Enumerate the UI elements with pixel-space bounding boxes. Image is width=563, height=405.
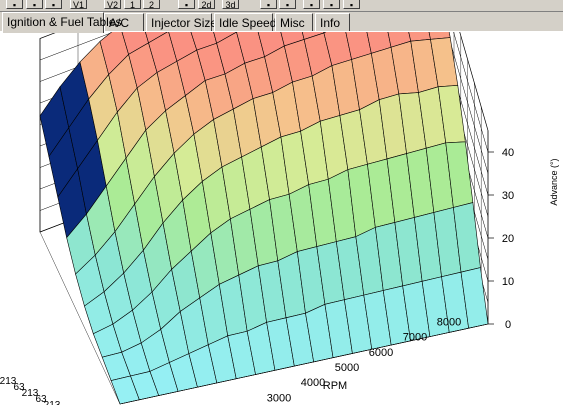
button-label: V2 — [107, 0, 118, 10]
tool-1-button[interactable]: 1 — [124, 0, 141, 9]
tool-2-button[interactable]: 2 — [143, 0, 160, 9]
x-tick-label: 6000 — [369, 347, 393, 359]
arrow-up-icon[interactable]: ▪ — [303, 0, 320, 9]
tab-label: Ignition & Fuel Tables — [7, 15, 122, 29]
save-icon[interactable]: ▪ — [26, 0, 43, 9]
tab-label: Info — [320, 16, 340, 30]
arrow-up-icon: ▪ — [304, 0, 319, 12]
button-label: V1 — [73, 0, 84, 10]
table-view-icon[interactable]: ▪ — [178, 0, 195, 9]
arrow-down-icon: ▪ — [324, 0, 339, 12]
table-view-icon: ▪ — [179, 0, 194, 12]
print-icon[interactable]: ▪ — [45, 0, 62, 9]
button-label: 2 — [149, 0, 154, 10]
view-3d-button[interactable]: 3d — [222, 0, 239, 9]
ignition-surface-chart[interactable]: 010203040Advance (°)20003000400050006000… — [0, 32, 563, 405]
z-tick-label: 40 — [502, 147, 514, 159]
x-tick-label: 5000 — [335, 362, 359, 374]
tab-injector-size[interactable]: Injector Size — [146, 13, 212, 32]
x-tick-label: 4000 — [301, 377, 325, 389]
tab-label: Injector Size — [151, 16, 217, 30]
button-label: 2d — [201, 0, 211, 10]
tab-misc[interactable]: Misc — [275, 13, 313, 32]
z-tick-label: 20 — [502, 233, 514, 245]
flag-icon: ▪ — [344, 0, 359, 12]
tab-ignition-fuel-tables[interactable]: Ignition & Fuel Tables — [2, 12, 104, 33]
x-tick-label: 3000 — [267, 392, 291, 404]
record-icon: ▪ — [261, 0, 276, 12]
x-tick-label: 7000 — [403, 332, 427, 344]
button-label: 3d — [225, 0, 235, 10]
z-tick-label: 10 — [502, 276, 514, 288]
tab-label: Idle Speed — [219, 16, 276, 30]
y-tick-label: 213 — [44, 400, 61, 405]
toolbar: ▪▪▪V1V212▪2d3d▪▪▪▪▪ — [0, 0, 563, 12]
x-axis-title: RPM — [323, 380, 347, 392]
open-icon[interactable]: ▪ — [6, 0, 23, 9]
record-icon[interactable]: ▪ — [260, 0, 277, 9]
flag-icon[interactable]: ▪ — [343, 0, 360, 9]
button-label: 1 — [130, 0, 135, 10]
grid-icon[interactable]: ▪ — [279, 0, 296, 9]
grid-icon: ▪ — [280, 0, 295, 12]
x-tick-label: 8000 — [437, 317, 461, 329]
print-icon: ▪ — [46, 0, 61, 12]
tab-label: Misc — [280, 16, 305, 30]
view-2d-button[interactable]: 2d — [198, 0, 215, 9]
open-icon: ▪ — [7, 0, 22, 12]
save-icon: ▪ — [27, 0, 42, 12]
arrow-down-icon[interactable]: ▪ — [323, 0, 340, 9]
tool-v1-button[interactable]: V1 — [70, 0, 87, 9]
tab-info[interactable]: Info — [315, 13, 350, 32]
tab-idle-speed[interactable]: Idle Speed — [214, 13, 273, 32]
tab-strip: Ignition & Fuel Tables A/C Injector Size… — [0, 12, 563, 32]
z-tick-label: 30 — [502, 190, 514, 202]
tool-v2-button[interactable]: V2 — [104, 0, 121, 9]
z-tick-label: 0 — [505, 319, 511, 331]
z-axis-title: Advance (°) — [549, 158, 559, 205]
chart-panel: 010203040Advance (°)20003000400050006000… — [0, 31, 563, 405]
